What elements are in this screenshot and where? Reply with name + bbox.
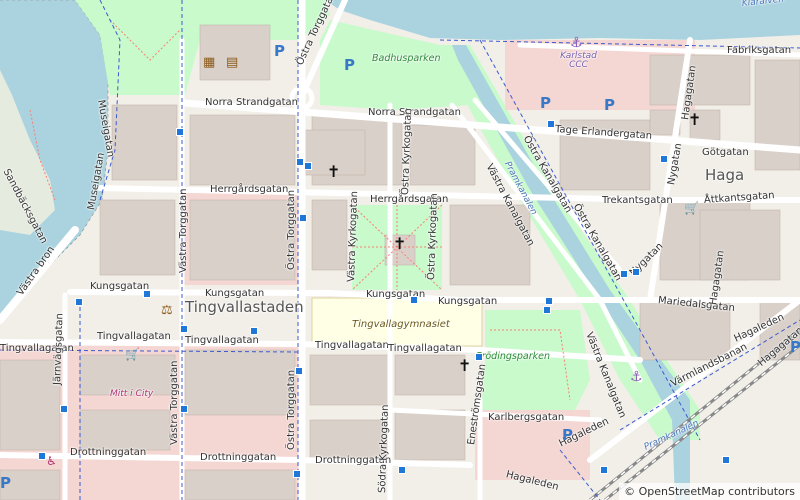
street-label-kungsgatan-a: Kungsgatan: [90, 281, 150, 292]
street-label-vastra-torggatan-a: Västra Torggatan: [178, 188, 189, 273]
bus-stop-icon[interactable]: [475, 353, 483, 361]
bus-stop-icon[interactable]: [296, 158, 304, 166]
street-label-vastra-torggatan-b: Västra Torggatan: [169, 360, 180, 445]
bus-stop-icon[interactable]: [180, 405, 188, 413]
street-label-kungsgatan-d: Kungsgatan: [438, 296, 498, 307]
bus-stop-icon[interactable]: [410, 296, 418, 304]
bus-stop-icon[interactable]: [545, 297, 553, 305]
street-label-drottninggatan-b: Drottninggatan: [200, 452, 277, 463]
street-label-drottninggatan-a: Drottninggatan: [70, 447, 147, 458]
bus-stop-icon[interactable]: [398, 466, 406, 474]
parking-icon[interactable]: P: [540, 96, 551, 111]
bus-stop-icon[interactable]: [722, 456, 730, 464]
district-label-tingvallastaden: Tingvallastaden: [185, 298, 304, 316]
church-icon[interactable]: ✝: [688, 112, 701, 128]
map-attribution[interactable]: © OpenStreetMap contributors: [619, 483, 800, 500]
place-label-tingvallagymnasiet: Tingvallagymnasiet: [352, 319, 450, 330]
bus-stop-icon[interactable]: [293, 470, 301, 478]
bus-stop-icon[interactable]: [600, 466, 608, 474]
street-label-herrgardsgatan-w: Herrgårdsgatan: [210, 184, 289, 195]
bus-stop-icon[interactable]: [632, 268, 640, 276]
street-label-karlbergsgatan: Karlbergsgatan: [488, 412, 565, 423]
anchor-icon[interactable]: ⚓: [570, 36, 583, 50]
street-label-ostra-torggatan-c: Östra Torggatan: [286, 369, 297, 450]
bus-stop-icon[interactable]: [180, 325, 188, 333]
park-label-badhusparken: Badhusparken: [372, 53, 441, 64]
park-label-frodingsparken: Frödingsparken: [476, 351, 550, 362]
bus-stop-icon[interactable]: [75, 298, 83, 306]
anchor-icon[interactable]: ⚓: [630, 370, 643, 384]
bus-stop-icon[interactable]: [304, 162, 312, 170]
cinema-icon[interactable]: ▦: [203, 56, 215, 69]
street-label-tingvallagatan-d: Tingvallagatan: [315, 340, 389, 351]
river-north: [325, 0, 800, 40]
street-label-ostra-torggatan-b: Östra Torggatan: [286, 189, 297, 270]
pharmacy-icon[interactable]: ♿: [46, 455, 57, 467]
district-label-haga: Haga: [705, 166, 745, 184]
bus-stop-icon[interactable]: [295, 367, 303, 375]
parking-icon[interactable]: P: [274, 44, 285, 59]
bus-stop-icon[interactable]: [143, 290, 151, 298]
street-label-gotgatan: Götgatan: [702, 147, 749, 158]
church-icon[interactable]: ✝: [393, 236, 406, 252]
parking-icon[interactable]: P: [0, 476, 11, 491]
bus-stop-icon[interactable]: [620, 270, 628, 278]
shop-icon[interactable]: 🛒: [684, 202, 699, 214]
library-icon[interactable]: ▤: [226, 56, 238, 69]
street-label-kungsgatan-b: Kungsgatan: [205, 288, 265, 299]
map-view[interactable]: Tingvallastaden Haga Norra Strandgatan N…: [0, 0, 800, 500]
place-label-mitt-i-city: Mitt i City: [110, 389, 154, 399]
street-label-trekantsgatan: Trekantsgatan: [602, 195, 673, 206]
bus-stop-icon[interactable]: [176, 128, 184, 136]
street-label-tingvallagatan-e: Tingvallagatan: [388, 343, 462, 354]
parking-icon[interactable]: P: [604, 98, 615, 113]
church-icon[interactable]: ✝: [458, 358, 471, 374]
street-label-fabriksgatan: Fabriksgatan: [727, 45, 792, 56]
place-label-karlstad-ccc: Karlstad CCC: [560, 51, 597, 70]
parking-icon[interactable]: P: [344, 58, 355, 73]
church-icon[interactable]: ✝: [327, 164, 340, 180]
shop-icon[interactable]: 🛒: [125, 348, 140, 360]
street-label-tingvallagatan-c: Tingvallagatan: [185, 335, 259, 346]
bus-stop-icon[interactable]: [250, 327, 258, 335]
parking-icon[interactable]: P: [562, 428, 573, 443]
street-label-tingvallagatan-b: Tingvallagatan: [97, 331, 171, 342]
bus-stop-icon[interactable]: [60, 405, 68, 413]
bus-stop-icon[interactable]: [660, 155, 668, 163]
bus-stop-icon[interactable]: [547, 120, 555, 128]
parking-icon[interactable]: P: [790, 340, 800, 355]
bus-stop-icon[interactable]: [543, 306, 551, 314]
bus-stop-icon[interactable]: [299, 214, 307, 222]
street-label-norra-strandgatan-w: Norra Strandgatan: [205, 97, 299, 108]
street-label-norra-strandgatan-e: Norra Strandgatan: [368, 107, 462, 118]
bus-stop-icon[interactable]: [38, 452, 46, 460]
scales-icon[interactable]: ⚖: [161, 304, 173, 317]
